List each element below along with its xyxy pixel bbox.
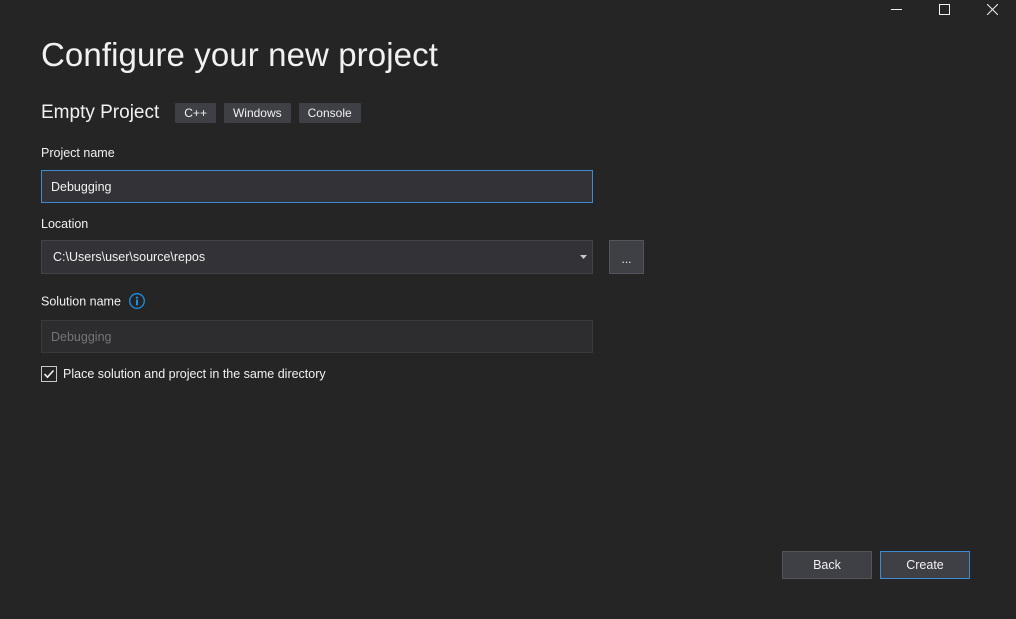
location-label: Location bbox=[41, 217, 89, 231]
maximize-icon bbox=[938, 3, 950, 15]
info-icon[interactable] bbox=[129, 293, 146, 309]
minimize-icon bbox=[890, 8, 902, 10]
location-combobox[interactable]: C:\Users\user\source\repos bbox=[41, 240, 593, 274]
same-directory-checkbox[interactable] bbox=[41, 366, 57, 382]
tag-language: C++ bbox=[175, 103, 216, 123]
chevron-down-icon[interactable] bbox=[574, 241, 592, 273]
project-name-input[interactable] bbox=[41, 170, 593, 203]
close-button[interactable] bbox=[968, 0, 1016, 18]
tag-platform: Windows bbox=[223, 103, 291, 123]
same-directory-label[interactable]: Place solution and project in the same d… bbox=[63, 367, 326, 381]
close-icon bbox=[986, 3, 998, 15]
minimize-button[interactable] bbox=[872, 0, 920, 18]
create-button[interactable]: Create bbox=[880, 551, 970, 579]
same-directory-option[interactable]: Place solution and project in the same d… bbox=[41, 366, 326, 382]
maximize-button[interactable] bbox=[920, 0, 968, 18]
location-value: C:\Users\user\source\repos bbox=[53, 250, 206, 264]
solution-name-label-row: Solution name bbox=[41, 293, 146, 310]
template-name: Empty Project bbox=[41, 102, 160, 123]
checkmark-icon bbox=[43, 369, 55, 379]
template-summary: Empty Project C++ Windows Console bbox=[41, 102, 369, 124]
back-button[interactable]: Back bbox=[782, 551, 872, 579]
configure-project-window: Configure your new project Empty Project… bbox=[0, 0, 1016, 619]
solution-name-label: Solution name bbox=[41, 294, 121, 309]
page-title: Configure your new project bbox=[41, 36, 438, 73]
window-controls bbox=[872, 0, 1016, 18]
project-name-label: Project name bbox=[41, 146, 115, 160]
solution-name-input[interactable] bbox=[41, 320, 593, 353]
tag-project-type: Console bbox=[298, 103, 361, 123]
browse-location-button[interactable]: ... bbox=[609, 240, 644, 274]
